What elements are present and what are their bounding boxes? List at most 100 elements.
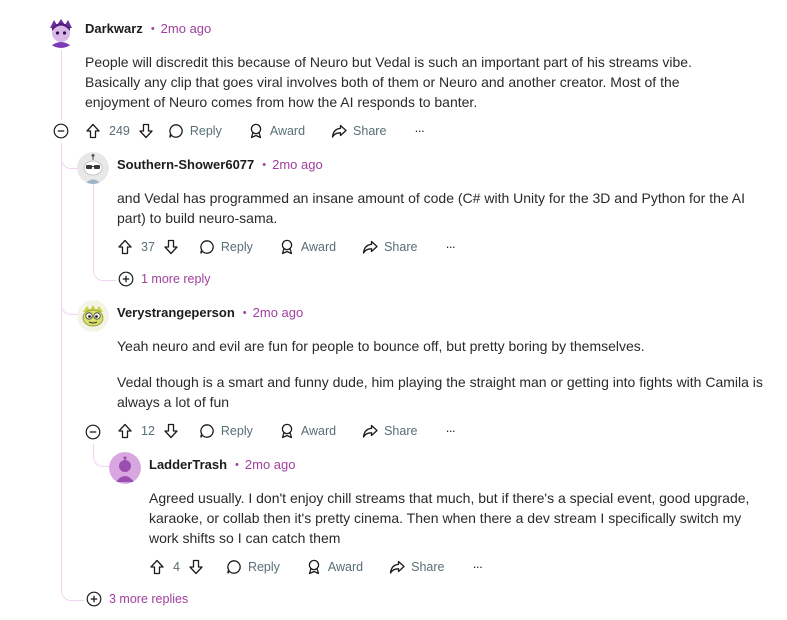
- share-label: Share: [411, 560, 445, 574]
- reply-button[interactable]: Reply: [226, 559, 280, 575]
- reply-label: Reply: [220, 424, 253, 438]
- downvote-arrow-icon: [189, 559, 203, 575]
- share-label: Share: [384, 240, 418, 254]
- upvote-arrow-icon: [118, 239, 132, 255]
- timestamp[interactable]: 2mo ago: [272, 157, 323, 172]
- reply-label: Reply: [189, 124, 222, 138]
- downvote-button[interactable]: [138, 123, 154, 139]
- downvote-arrow-icon: [164, 423, 178, 439]
- comment-meta: LadderTrash • 2mo ago: [149, 457, 295, 472]
- avatar-image-icon: [77, 300, 109, 332]
- reply-button[interactable]: Reply: [199, 423, 253, 439]
- share-label: Share: [353, 124, 387, 138]
- comment-actions: 12 Reply Award Share ···: [117, 421, 456, 441]
- thread-elbow: [61, 150, 78, 169]
- share-button[interactable]: Share: [362, 423, 417, 439]
- share-button[interactable]: Share: [389, 559, 445, 575]
- vote-count: 37: [141, 240, 155, 254]
- share-arrow-icon: [362, 424, 378, 438]
- comment-meta: Southern-Shower6077 • 2mo ago: [117, 157, 323, 172]
- comment-paragraph: Agreed usually. I don't enjoy chill stre…: [149, 490, 750, 546]
- share-arrow-icon: [362, 240, 378, 254]
- comment-body: People will discredit this because of Ne…: [85, 52, 745, 112]
- reply-label: Reply: [220, 240, 253, 254]
- share-label: Share: [384, 424, 418, 438]
- timestamp[interactable]: 2mo ago: [245, 457, 296, 472]
- comment-body: and Vedal has programmed an insane amoun…: [117, 188, 767, 228]
- thread-elbow: [61, 580, 84, 601]
- reply-button[interactable]: Reply: [168, 123, 222, 139]
- reply-button[interactable]: Reply: [199, 239, 253, 255]
- award-button[interactable]: Award: [248, 123, 305, 139]
- author-name[interactable]: Southern-Shower6077: [117, 157, 254, 172]
- separator-dot: •: [150, 22, 155, 35]
- timestamp[interactable]: 2mo ago: [253, 305, 304, 320]
- thread-elbow: [93, 262, 116, 281]
- more-options-button[interactable]: ···: [473, 560, 483, 574]
- comment-meta: Verystrangeperson • 2mo ago: [117, 305, 303, 320]
- author-name[interactable]: Darkwarz: [85, 21, 143, 36]
- collapse-thread-button[interactable]: [53, 123, 69, 144]
- award-button[interactable]: Award: [279, 423, 336, 439]
- more-options-icon: ···: [472, 560, 483, 574]
- downvote-button[interactable]: [188, 559, 204, 575]
- award-icon: [281, 423, 293, 439]
- thread-elbow: [93, 448, 110, 467]
- more-replies-link[interactable]: 1 more reply: [118, 271, 210, 287]
- timestamp[interactable]: 2mo ago: [161, 21, 212, 36]
- more-options-button[interactable]: ···: [414, 124, 424, 138]
- more-options-icon: ···: [414, 124, 424, 138]
- share-arrow-icon: [389, 560, 405, 574]
- thread-line-southern: [93, 184, 94, 264]
- avatar-image-icon: [45, 16, 77, 48]
- collapse-minus-icon: [85, 424, 101, 440]
- upvote-button[interactable]: [85, 123, 101, 139]
- more-replies-link[interactable]: 3 more replies: [86, 591, 188, 607]
- author-name[interactable]: LadderTrash: [149, 457, 227, 472]
- upvote-arrow-icon: [150, 559, 164, 575]
- more-options-button[interactable]: ···: [445, 240, 455, 254]
- reply-label: Reply: [247, 560, 280, 574]
- avatar-image-icon: [109, 452, 141, 484]
- comment-actions: 249 Reply Award Share ···: [85, 121, 425, 141]
- reply-bubble-icon: [200, 424, 214, 438]
- avatar[interactable]: [109, 452, 141, 484]
- downvote-button[interactable]: [163, 239, 179, 255]
- share-button[interactable]: Share: [362, 239, 417, 255]
- author-name[interactable]: Verystrangeperson: [117, 305, 235, 320]
- vote-count: 4: [173, 560, 180, 574]
- avatar[interactable]: [45, 16, 77, 48]
- upvote-button[interactable]: [149, 559, 165, 575]
- award-label: Award: [300, 424, 337, 438]
- avatar-image-icon: [77, 152, 109, 184]
- expand-plus-icon: [86, 591, 102, 607]
- comment-actions: 4 Reply Award Share ···: [149, 557, 483, 577]
- award-button[interactable]: Award: [306, 559, 363, 575]
- downvote-button[interactable]: [163, 423, 179, 439]
- avatar[interactable]: [77, 300, 109, 332]
- separator-dot: •: [242, 306, 247, 319]
- upvote-button[interactable]: [117, 239, 133, 255]
- award-icon: [281, 239, 293, 255]
- comment-actions: 37 Reply Award Share ···: [117, 237, 456, 257]
- upvote-arrow-icon: [118, 423, 132, 439]
- more-options-icon: ···: [445, 240, 455, 254]
- comment-paragraph: People will discredit this because of Ne…: [85, 54, 692, 110]
- collapse-minus-icon: [53, 123, 69, 139]
- separator-dot: •: [235, 458, 239, 471]
- thread-elbow: [61, 296, 78, 315]
- award-label: Award: [300, 240, 337, 254]
- award-button[interactable]: Award: [279, 239, 336, 255]
- share-button[interactable]: Share: [331, 123, 386, 139]
- more-options-button[interactable]: ···: [445, 424, 455, 438]
- vote-count: 249: [109, 124, 130, 138]
- separator-dot: •: [262, 158, 267, 171]
- award-icon: [250, 123, 262, 139]
- comment-body: Yeah neuro and evil are fun for people t…: [117, 336, 767, 412]
- avatar[interactable]: [77, 152, 109, 184]
- upvote-button[interactable]: [117, 423, 133, 439]
- collapse-thread-button[interactable]: [85, 424, 101, 445]
- reply-bubble-icon: [227, 560, 241, 574]
- comment-body: Agreed usually. I don't enjoy chill stre…: [149, 488, 774, 548]
- vote-count: 12: [141, 424, 155, 438]
